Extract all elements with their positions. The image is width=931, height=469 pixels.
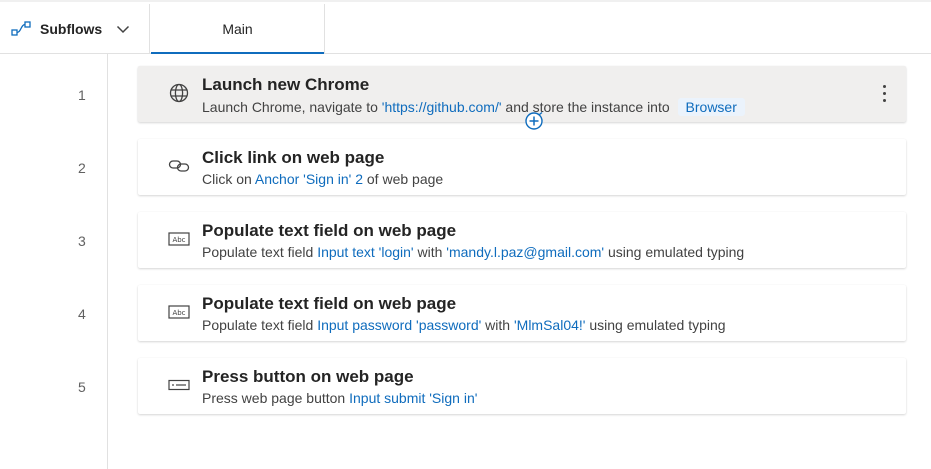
subflows-label: Subflows	[40, 20, 103, 37]
step-description: Press web page button Input submit 'Sign…	[202, 390, 477, 406]
action-step-launch-chrome[interactable]: Launch new Chrome Launch Chrome, navigat…	[138, 66, 906, 122]
desc-text: Press web page button	[202, 390, 350, 406]
desc-text: with	[413, 244, 447, 260]
url-value[interactable]: 'https://github.com/'	[382, 99, 502, 115]
desc-text: using emulated typing	[604, 244, 745, 260]
desc-text: Populate text field	[202, 317, 318, 333]
active-tab-indicator	[151, 52, 324, 54]
action-step-populate-login[interactable]: Abc Populate text field on web page Popu…	[138, 212, 906, 268]
text-field-icon: Abc	[168, 301, 190, 323]
desc-text: Click on	[202, 171, 255, 187]
desc-text: Launch Chrome, navigate to	[202, 99, 382, 115]
step-description: Populate text field Input password 'pass…	[202, 317, 726, 333]
subflows-dropdown[interactable]: Subflows	[0, 4, 150, 53]
step-description: Click on Anchor 'Sign in' 2 of web page	[202, 171, 443, 187]
text-value[interactable]: 'mandy.l.paz@gmail.com'	[446, 244, 604, 260]
tab-main-label: Main	[222, 20, 253, 37]
line-number: 4	[78, 306, 86, 322]
button-icon	[168, 374, 190, 396]
link-icon	[168, 155, 190, 177]
more-dot	[882, 84, 886, 88]
step-title: Launch new Chrome	[202, 75, 370, 94]
line-number: 1	[78, 87, 86, 103]
action-step-populate-password[interactable]: Abc Populate text field on web page Popu…	[138, 285, 906, 341]
step-title: Populate text field on web page	[202, 221, 457, 240]
globe-icon	[168, 82, 190, 104]
tab-main[interactable]: Main	[151, 4, 325, 54]
variable-chip[interactable]: Browser	[677, 98, 745, 116]
desc-text: with	[481, 317, 514, 333]
step-title: Click link on web page	[202, 148, 385, 167]
svg-text:Abc: Abc	[172, 236, 185, 244]
action-step-press-button[interactable]: Press button on web page Press web page …	[138, 358, 906, 414]
step-description: Populate text field Input text 'login' w…	[202, 244, 744, 260]
ui-element-link[interactable]: Input text 'login'	[317, 244, 413, 260]
ui-element-link[interactable]: Input password 'password'	[317, 317, 481, 333]
text-value[interactable]: 'MlmSal04!'	[514, 317, 585, 333]
step-title: Press button on web page	[202, 367, 414, 386]
ui-element-link[interactable]: Anchor 'Sign in' 2	[255, 171, 363, 187]
insert-step-icon[interactable]	[524, 111, 544, 131]
action-step-click-link[interactable]: Click link on web page Click on Anchor '…	[138, 139, 906, 195]
step-description: Launch Chrome, navigate to 'https://gith…	[202, 98, 745, 116]
subflows-icon	[10, 20, 32, 38]
ui-element-link[interactable]: Input submit 'Sign in'	[349, 390, 477, 406]
toolbar-top-edge	[0, 0, 931, 2]
step-title: Populate text field on web page	[202, 294, 457, 313]
line-number: 5	[78, 379, 86, 395]
more-dot	[882, 98, 886, 102]
more-dot	[882, 91, 886, 95]
desc-text: Populate text field	[202, 244, 318, 260]
line-number: 3	[78, 233, 86, 249]
line-number: 2	[78, 160, 86, 176]
line-number-gutter: 1 2 3 4 5	[0, 54, 108, 469]
desc-text: using emulated typing	[585, 317, 726, 333]
svg-text:Abc: Abc	[172, 309, 185, 317]
desc-text: of web page	[363, 171, 444, 187]
more-options-button[interactable]	[876, 80, 892, 106]
designer-toolbar: Subflows Main	[0, 0, 931, 54]
chevron-down-icon	[116, 24, 130, 34]
text-field-icon: Abc	[168, 228, 190, 250]
